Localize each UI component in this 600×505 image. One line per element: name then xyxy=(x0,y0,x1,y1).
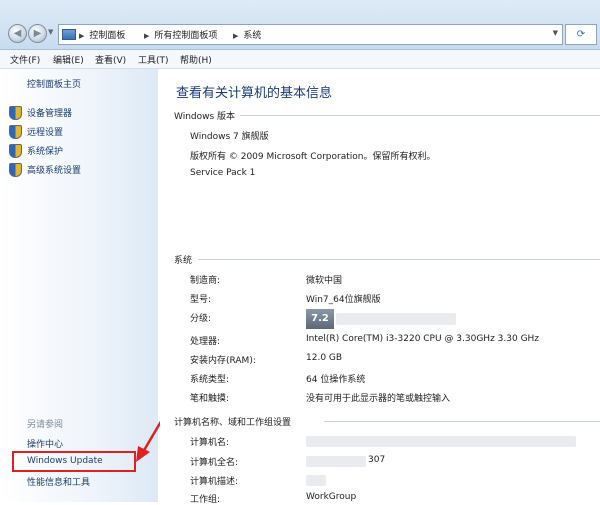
system-type-value: 64 位操作系统 xyxy=(306,375,366,385)
ram-value: 12.0 GB xyxy=(306,353,343,363)
blurred-region xyxy=(306,475,326,486)
page-title: 查看有关计算机的基本信息 xyxy=(176,86,333,101)
computer-name-label: 计算机名: xyxy=(190,438,230,448)
main-content: 查看有关计算机的基本信息 Windows 版本 Windows 7 旗舰版 版权… xyxy=(160,69,600,505)
windows-edition-section-header: Windows 版本 xyxy=(174,109,600,122)
computer-description-label: 计算机描述: xyxy=(190,477,239,487)
service-pack: Service Pack 1 xyxy=(190,168,256,178)
section-title: 计算机名称、域和工作组设置 xyxy=(174,418,292,428)
windows-experience-index-score[interactable]: 7.2 xyxy=(306,309,334,329)
arrow-head xyxy=(136,446,150,462)
processor-value: Intel(R) Core(TM) i3-3220 CPU @ 3.30GHz … xyxy=(306,334,540,344)
blurred-region xyxy=(336,313,456,325)
ram-label: 安装内存(RAM): xyxy=(190,356,256,366)
computer-name-section-header: 计算机名称、域和工作组设置 xyxy=(174,415,600,428)
full-computer-name-label: 计算机全名: xyxy=(190,458,239,468)
blurred-region xyxy=(306,436,576,447)
workgroup-label: 工作组: xyxy=(190,495,221,505)
full-computer-name-value: 307 xyxy=(368,455,386,465)
system-section-header: 系统 xyxy=(174,253,600,266)
processor-label: 处理器: xyxy=(190,337,221,347)
manufacturer-value: 微软中国 xyxy=(306,276,343,286)
rating-label: 分级: xyxy=(190,314,212,324)
model-value: Win7_64位旗舰版 xyxy=(306,295,381,305)
manufacturer-label: 制造商: xyxy=(190,276,221,286)
windows-edition: Windows 7 旗舰版 xyxy=(190,132,269,142)
blurred-region xyxy=(306,456,366,467)
system-type-label: 系统类型: xyxy=(190,375,230,385)
section-divider xyxy=(324,421,600,422)
workgroup-value: WorkGroup xyxy=(306,492,357,502)
copyright-text: 版权所有 © 2009 Microsoft Corporation。保留所有权利… xyxy=(190,152,436,162)
section-title: Windows 版本 xyxy=(174,112,236,122)
pen-touch-value: 没有可用于此显示器的笔或触控输入 xyxy=(306,394,451,404)
pen-touch-label: 笔和触摸: xyxy=(190,394,230,404)
model-label: 型号: xyxy=(190,295,212,305)
section-divider xyxy=(240,115,600,116)
section-divider xyxy=(198,259,600,260)
section-title: 系统 xyxy=(174,256,193,266)
